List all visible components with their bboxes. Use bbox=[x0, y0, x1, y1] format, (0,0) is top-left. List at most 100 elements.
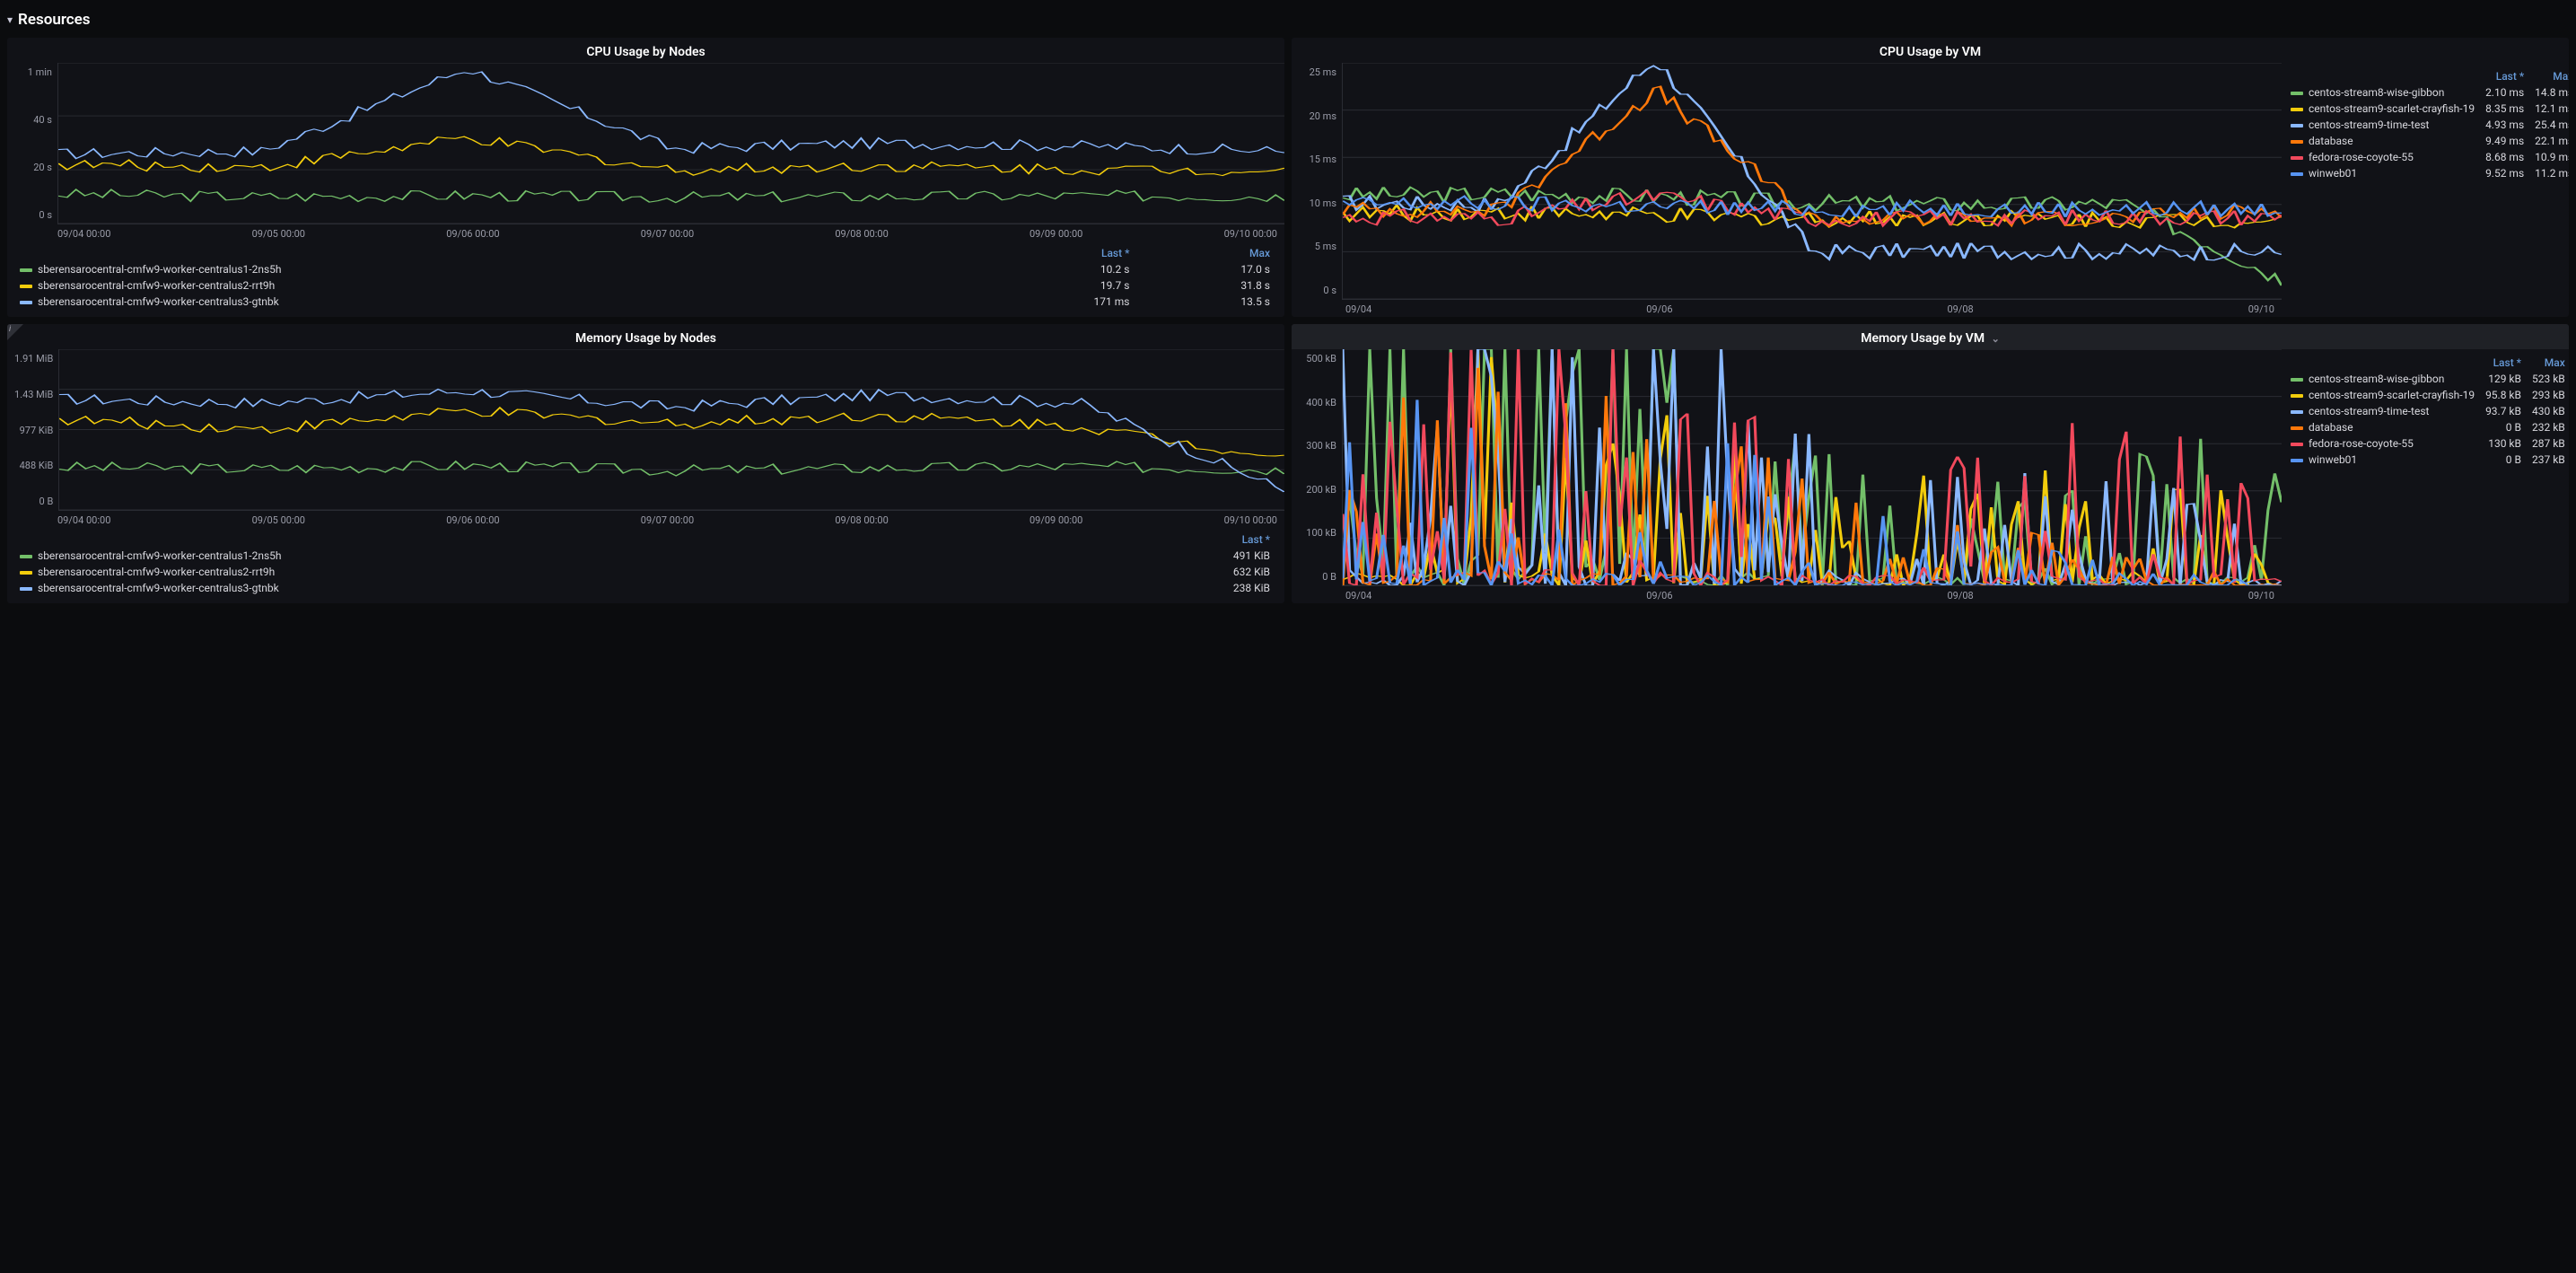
axis-tick: 09/06 bbox=[1646, 590, 1672, 601]
legend-header-value[interactable]: Last * bbox=[2480, 355, 2527, 371]
x-axis: 09/0409/0609/0809/10 bbox=[1292, 586, 2282, 603]
legend-swatch bbox=[2291, 92, 2303, 95]
legend-swatch bbox=[2291, 443, 2303, 446]
chart-plot[interactable] bbox=[1342, 63, 2282, 300]
legend-swatch bbox=[20, 285, 32, 288]
legend-value-last: 95.8 kB bbox=[2480, 387, 2527, 403]
axis-tick: 100 kB bbox=[1306, 527, 1336, 539]
legend-row[interactable]: sberensarocentral-cmfw9-worker-centralus… bbox=[14, 580, 1275, 596]
legend-value-max: 237 kB bbox=[2527, 452, 2569, 468]
legend: Last *Maxcentos-stream8-wise-gibbon2.10 … bbox=[2282, 63, 2569, 317]
legend-swatch bbox=[2291, 124, 2303, 127]
axis-tick: 09/08 bbox=[1947, 303, 1973, 315]
legend-swatch bbox=[2291, 426, 2303, 430]
legend-series-name: sberensarocentral-cmfw9-worker-centralus… bbox=[38, 566, 275, 578]
legend-header-name bbox=[14, 531, 1088, 548]
axis-tick: 09/08 00:00 bbox=[835, 514, 888, 526]
legend-series-name: sberensarocentral-cmfw9-worker-centralus… bbox=[38, 279, 275, 292]
legend-value-max: 11.2 ms bbox=[2529, 165, 2569, 181]
legend-row[interactable]: centos-stream8-wise-gibbon129 kB523 kB bbox=[2285, 371, 2569, 387]
legend-header-value[interactable]: Last * bbox=[1088, 531, 1275, 548]
axis-tick: 1.43 MiB bbox=[14, 389, 53, 400]
series-line bbox=[1343, 86, 2282, 226]
panel-title[interactable]: Memory Usage by VM ⌄ bbox=[1292, 324, 2569, 349]
legend-header-value[interactable]: Last * bbox=[2480, 68, 2529, 84]
axis-tick: 09/10 00:00 bbox=[1224, 228, 1277, 240]
legend-row[interactable]: centos-stream9-scarlet-crayfish-198.35 m… bbox=[2285, 101, 2569, 117]
legend: Last * sberensarocentral-cmfw9-worker-cen… bbox=[7, 528, 1284, 603]
axis-tick: 09/08 bbox=[1947, 590, 1973, 601]
legend-header-value[interactable]: Last * bbox=[971, 245, 1135, 261]
legend-value-last: 2.10 ms bbox=[2480, 84, 2529, 101]
axis-tick: 0 s bbox=[1323, 285, 1336, 296]
legend-value-last: 0 B bbox=[2480, 452, 2527, 468]
axis-tick: 977 KiB bbox=[20, 425, 54, 436]
chevron-down-icon[interactable]: ⌄ bbox=[1988, 333, 2000, 345]
legend-swatch bbox=[2291, 172, 2303, 176]
legend-swatch bbox=[20, 587, 32, 591]
axis-tick: 25 ms bbox=[1310, 66, 1336, 78]
axis-tick: 0 B bbox=[1322, 571, 1336, 583]
legend-value-max: 293 kB bbox=[2527, 387, 2569, 403]
legend-row[interactable]: centos-stream9-time-test4.93 ms25.4 ms bbox=[2285, 117, 2569, 133]
legend-row[interactable]: centos-stream8-wise-gibbon2.10 ms14.8 ms bbox=[2285, 84, 2569, 101]
axis-tick: 09/04 00:00 bbox=[57, 228, 110, 240]
legend-row[interactable]: sberensarocentral-cmfw9-worker-centralus… bbox=[14, 261, 1275, 277]
chart-plot[interactable] bbox=[58, 349, 1284, 511]
axis-tick: 09/04 bbox=[1345, 590, 1371, 601]
legend-value-last: 19.7 s bbox=[971, 277, 1135, 294]
legend-row[interactable]: fedora-rose-coyote-558.68 ms10.9 ms bbox=[2285, 149, 2569, 165]
chart-plot[interactable] bbox=[57, 63, 1284, 224]
info-icon[interactable] bbox=[7, 324, 23, 340]
axis-tick: 09/06 00:00 bbox=[446, 228, 499, 240]
legend-series-name: winweb01 bbox=[2309, 167, 2357, 180]
legend-row[interactable]: fedora-rose-coyote-55130 kB287 kB bbox=[2285, 435, 2569, 452]
legend-value-max: 13.5 s bbox=[1135, 294, 1275, 310]
legend-row[interactable]: sberensarocentral-cmfw9-worker-centralus… bbox=[14, 548, 1275, 564]
legend-row[interactable]: centos-stream9-time-test93.7 kB430 kB bbox=[2285, 403, 2569, 419]
legend-value-max: 430 kB bbox=[2527, 403, 2569, 419]
legend-value-last: 171 ms bbox=[971, 294, 1135, 310]
legend-value-last: 632 KiB bbox=[1088, 564, 1275, 580]
legend-series-name: sberensarocentral-cmfw9-worker-centralus… bbox=[38, 549, 282, 562]
legend-value-max: 31.8 s bbox=[1135, 277, 1275, 294]
section-resources-header[interactable]: ▾ Resources bbox=[7, 7, 2569, 38]
legend-series-name: winweb01 bbox=[2309, 453, 2357, 466]
legend-header-value[interactable]: Max bbox=[2529, 68, 2569, 84]
legend-row[interactable]: sberensarocentral-cmfw9-worker-centralus… bbox=[14, 277, 1275, 294]
legend-row[interactable]: centos-stream9-scarlet-crayfish-1995.8 k… bbox=[2285, 387, 2569, 403]
axis-tick: 09/06 bbox=[1646, 303, 1672, 315]
axis-tick: 20 ms bbox=[1310, 110, 1336, 122]
axis-tick: 09/05 00:00 bbox=[252, 514, 305, 526]
axis-tick: 15 ms bbox=[1310, 154, 1336, 165]
legend-value-max: 232 kB bbox=[2527, 419, 2569, 435]
axis-tick: 09/04 00:00 bbox=[57, 514, 110, 526]
legend-value-last: 238 KiB bbox=[1088, 580, 1275, 596]
y-axis: 1.91 MiB1.43 MiB977 KiB488 KiB0 B bbox=[7, 349, 58, 511]
panel-title[interactable]: CPU Usage by VM bbox=[1292, 38, 2569, 63]
panel-title[interactable]: Memory Usage by Nodes bbox=[7, 324, 1284, 349]
legend-header-value[interactable]: Max bbox=[2527, 355, 2569, 371]
legend-value-max: 523 kB bbox=[2527, 371, 2569, 387]
legend-row[interactable]: sberensarocentral-cmfw9-worker-centralus… bbox=[14, 294, 1275, 310]
legend-swatch bbox=[2291, 140, 2303, 144]
legend-series-name: database bbox=[2309, 135, 2353, 147]
axis-tick: 10 ms bbox=[1310, 198, 1336, 209]
legend-row[interactable]: database0 B232 kB bbox=[2285, 419, 2569, 435]
legend-row[interactable]: winweb019.52 ms11.2 ms bbox=[2285, 165, 2569, 181]
legend-header-name bbox=[2285, 68, 2480, 84]
legend-header-name bbox=[14, 245, 971, 261]
legend-row[interactable]: database9.49 ms22.1 ms bbox=[2285, 133, 2569, 149]
legend-series-name: centos-stream9-time-test bbox=[2309, 405, 2429, 417]
legend-value-max: 25.4 ms bbox=[2529, 117, 2569, 133]
legend-row[interactable]: winweb01 0 B237 kB bbox=[2285, 452, 2569, 468]
legend-series-name: centos-stream9-time-test bbox=[2309, 119, 2429, 131]
legend-series-name: centos-stream8-wise-gibbon bbox=[2309, 373, 2444, 385]
legend-row[interactable]: sberensarocentral-cmfw9-worker-centralus… bbox=[14, 564, 1275, 580]
panel-mem-vm: Memory Usage by VM ⌄ 500 kB400 kB300 kB2… bbox=[1292, 324, 2569, 603]
chart-plot[interactable] bbox=[1342, 349, 2282, 586]
axis-tick: 09/09 00:00 bbox=[1030, 514, 1082, 526]
legend-header-value[interactable]: Max bbox=[1135, 245, 1275, 261]
panel-title[interactable]: CPU Usage by Nodes bbox=[7, 38, 1284, 63]
legend-series-name: fedora-rose-coyote-55 bbox=[2309, 437, 2414, 450]
